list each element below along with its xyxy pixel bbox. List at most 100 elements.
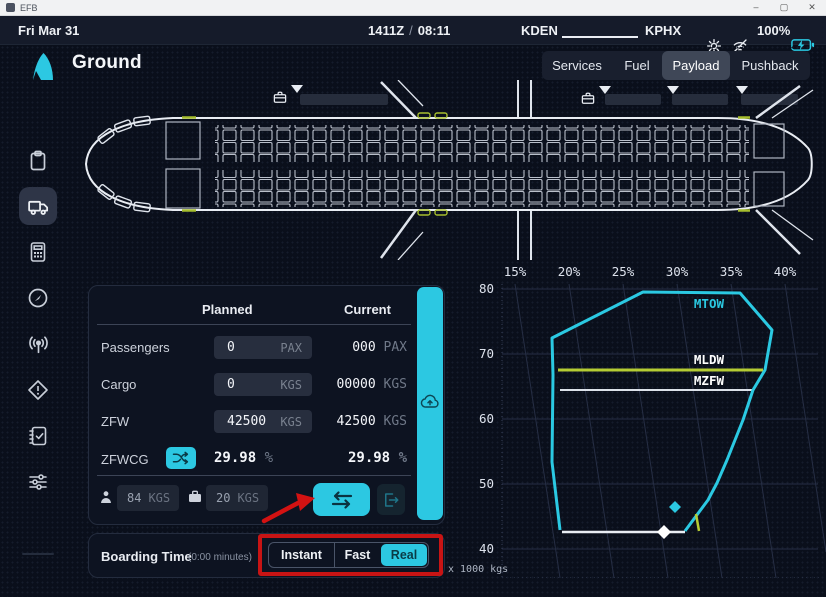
- pax-weight-input[interactable]: 84 KGS: [117, 485, 179, 511]
- footer-divider: [97, 475, 411, 476]
- minimize-button[interactable]: –: [742, 0, 770, 15]
- close-button[interactable]: ✕: [798, 0, 826, 15]
- deboard-button[interactable]: [377, 484, 405, 515]
- compass-icon: [26, 286, 50, 310]
- tab-fuel[interactable]: Fuel: [612, 51, 662, 80]
- mzfw-label: MZFW: [694, 373, 725, 388]
- zfwcg-randomize-button[interactable]: [166, 447, 196, 469]
- sidebar-item-calculator[interactable]: [19, 233, 57, 271]
- sidebar-item-app-settings[interactable]: [19, 589, 57, 597]
- airline-logo: [28, 50, 56, 82]
- shuffle-icon: [172, 451, 190, 465]
- tab-payload[interactable]: Payload: [662, 51, 730, 80]
- passengers-planned-input[interactable]: 0 PAX: [214, 336, 312, 359]
- zfwcg-current-value: 29.98 %: [348, 450, 407, 466]
- x-tick: 30%: [666, 264, 689, 279]
- x-tick: 15%: [504, 264, 527, 279]
- mtow-label: MTOW: [694, 296, 725, 311]
- annotation-rectangle: [258, 534, 443, 576]
- envelope-yellow-tick: [696, 514, 699, 531]
- annotation-arrow: [258, 489, 318, 527]
- maximize-button[interactable]: ▢: [770, 0, 798, 15]
- y-tick: 70: [479, 346, 494, 361]
- seat-rows-left-band[interactable]: [215, 125, 749, 162]
- bag-weight-value: 20: [216, 491, 230, 505]
- bag-weight-unit: KGS: [237, 491, 259, 505]
- route-line: [562, 36, 638, 38]
- tab-bar: Services Fuel Payload Pushback: [542, 51, 810, 80]
- row-label-cargo: Cargo: [101, 377, 136, 392]
- warning-diamond-icon: [26, 378, 50, 402]
- board-transfer-button[interactable]: [313, 483, 370, 516]
- briefcase-icon: [187, 489, 203, 505]
- x-tick: 40%: [774, 264, 797, 279]
- local-time: 08:11: [418, 23, 451, 38]
- y-tick: 80: [479, 281, 494, 296]
- cargo-current-value: 00000 KGS: [337, 377, 407, 392]
- transfer-arrows-icon: [329, 490, 355, 510]
- y-tick: 60: [479, 411, 494, 426]
- cg-envelope-outline: [552, 292, 772, 531]
- efb-app-window: EFB – ▢ ✕ Fri Mar 31 1411Z/08:11 KDEN KP…: [0, 0, 826, 597]
- battery-percent: 100%: [757, 23, 790, 38]
- sidebar: [0, 45, 75, 597]
- cg-envelope-chart: 15% 20% 25% 30% 35% 40% 80 70 60 50 40 x…: [440, 262, 826, 578]
- row-label-zfw: ZFW: [101, 414, 129, 429]
- window-title: EFB: [20, 3, 742, 13]
- utc-time: 1411Z: [368, 23, 404, 38]
- current-cg-marker: [657, 525, 671, 539]
- app-icon: [6, 3, 15, 12]
- mldw-label: MLDW: [694, 352, 725, 367]
- tab-services[interactable]: Services: [542, 51, 612, 80]
- radio-antenna-icon: [26, 332, 51, 357]
- current-column-header: Current: [344, 302, 391, 317]
- row-label-passengers: Passengers: [101, 340, 170, 355]
- sidebar-item-settings-sliders[interactable]: [19, 463, 57, 501]
- cargo-planned-unit: KGS: [280, 378, 302, 392]
- clipboard-icon: [26, 149, 50, 173]
- cargo-planned-value: 0: [227, 377, 235, 392]
- status-bar: Fri Mar 31 1411Z/08:11 KDEN KPHX 100%: [0, 16, 826, 45]
- ground-truck-icon: [26, 194, 51, 219]
- zfw-planned-unit: KGS: [280, 415, 302, 429]
- calculator-icon: [26, 240, 50, 264]
- header-divider: [97, 324, 411, 325]
- weight-unit-note: x 1000 kgs: [448, 564, 508, 575]
- zfw-planned-value: 42500: [227, 414, 266, 429]
- sliders-icon: [26, 470, 50, 494]
- cargo-planned-input[interactable]: 0 KGS: [214, 373, 312, 396]
- passengers-planned-value: 0: [227, 340, 235, 355]
- zfwcg-planned-value: 29.98 %: [214, 450, 273, 466]
- checklist-icon: [26, 424, 50, 448]
- pax-weight-value: 84: [127, 491, 141, 505]
- x-tick: 35%: [720, 264, 743, 279]
- loadsheet-progress-bar[interactable]: [417, 287, 443, 520]
- tab-pushback[interactable]: Pushback: [730, 51, 810, 80]
- seat-rows-right-band[interactable]: [215, 170, 749, 207]
- pax-weight-unit: KGS: [148, 491, 170, 505]
- boarding-time-label: Boarding Time: [101, 549, 192, 564]
- sidebar-item-checklist[interactable]: [19, 417, 57, 455]
- sidebar-item-flightplan[interactable]: [19, 142, 57, 180]
- x-tick: 20%: [558, 264, 581, 279]
- sidebar-item-alerts[interactable]: [19, 371, 57, 409]
- aircraft-seatmap: [78, 80, 826, 260]
- planned-column-header: Planned: [202, 302, 253, 317]
- sidebar-item-navigation[interactable]: [19, 279, 57, 317]
- x-tick: 25%: [612, 264, 635, 279]
- sidebar-divider: [22, 553, 54, 555]
- date-label: Fri Mar 31: [18, 23, 79, 38]
- sidebar-item-radio[interactable]: [19, 325, 57, 363]
- window-titlebar[interactable]: EFB – ▢ ✕: [0, 0, 826, 16]
- sidebar-item-ground[interactable]: [19, 187, 57, 225]
- boarding-time-sub: (0:00 minutes): [188, 552, 252, 563]
- destination-airport: KPHX: [645, 23, 681, 38]
- cloud-import-icon[interactable]: [419, 391, 441, 413]
- origin-airport: KDEN: [521, 23, 558, 38]
- y-tick: 40: [479, 541, 494, 556]
- person-icon: [98, 489, 114, 505]
- clock-label: 1411Z/08:11: [368, 23, 450, 38]
- zfw-planned-input[interactable]: 42500 KGS: [214, 410, 312, 433]
- passengers-planned-unit: PAX: [280, 341, 302, 355]
- planned-cg-marker: [669, 501, 681, 513]
